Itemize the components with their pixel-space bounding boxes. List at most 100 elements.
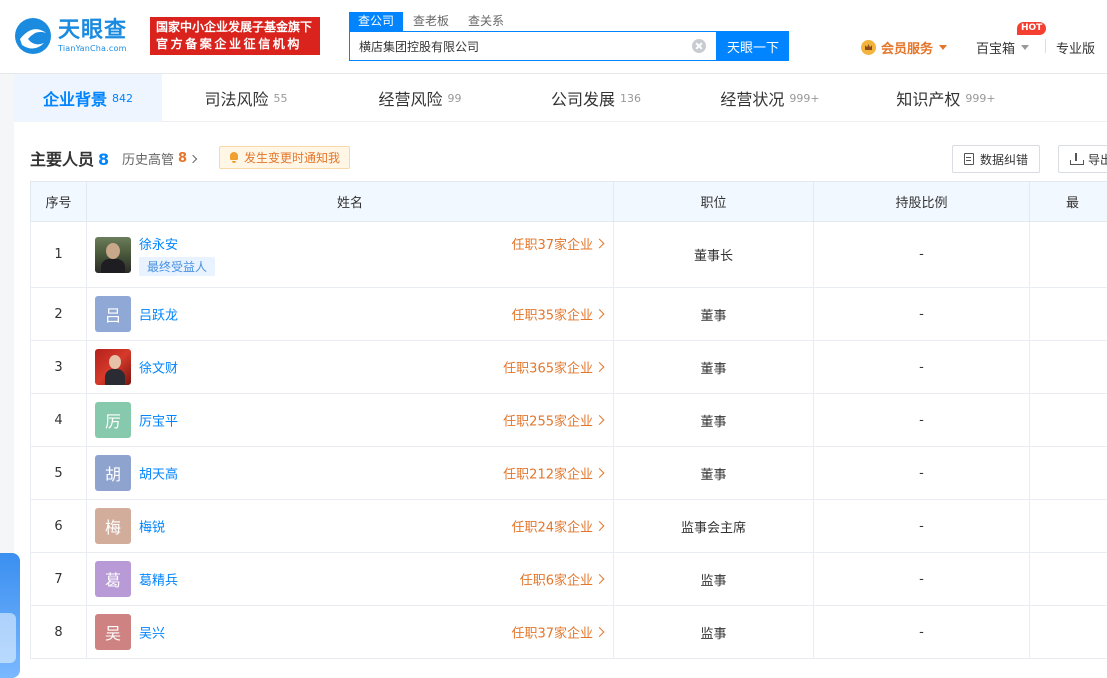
- avatar[interactable]: 吴: [95, 614, 131, 650]
- position-cell: 董事: [613, 393, 814, 447]
- row-index: 6: [30, 499, 87, 553]
- member-service-menu[interactable]: 会员服务: [861, 38, 948, 57]
- positions-held-link[interactable]: 任职6家企业: [519, 570, 605, 589]
- extra-cell: [1029, 499, 1107, 553]
- extra-cell: [1029, 393, 1107, 447]
- tab-count: 136: [620, 91, 641, 105]
- person-name-link[interactable]: 梅锐: [139, 517, 165, 536]
- table-row: 2 吕 吕跃龙 任职35家企业 董事 -: [30, 287, 1107, 341]
- chevron-right-icon: [594, 415, 605, 425]
- positions-held-link[interactable]: 任职365家企业: [503, 358, 605, 377]
- person-name-link[interactable]: 葛精兵: [139, 570, 178, 589]
- search-tab-boss[interactable]: 查老板: [404, 12, 458, 31]
- history-executives-link[interactable]: 历史高管 8: [122, 149, 198, 168]
- notify-label: 发生变更时通知我: [244, 151, 341, 165]
- tab-background[interactable]: 企业背景 842: [14, 74, 162, 122]
- person-name-link[interactable]: 徐文财: [139, 358, 178, 377]
- person-name-link[interactable]: 徐永安: [139, 234, 178, 253]
- row-index: 3: [30, 340, 87, 394]
- top-header: 天眼查 TianYanCha.com 国家中小企业发展子基金旗下 官方备案企业征…: [0, 0, 1107, 74]
- name-cell: 厉 厉宝平 任职255家企业: [86, 393, 614, 447]
- position-cell: 董事: [613, 340, 814, 394]
- avatar[interactable]: 吕: [95, 296, 131, 332]
- extra-cell: [1029, 221, 1107, 288]
- divider: [1045, 39, 1046, 53]
- avatar[interactable]: [95, 237, 131, 273]
- avatar[interactable]: 胡: [95, 455, 131, 491]
- chevron-right-icon: [594, 521, 605, 531]
- name-cell: 胡 胡天高 任职212家企业: [86, 446, 614, 500]
- positions-held-link[interactable]: 任职24家企业: [511, 517, 605, 536]
- extra-cell: [1029, 287, 1107, 341]
- history-label: 历史高管: [122, 153, 175, 168]
- fund-badge: 国家中小企业发展子基金旗下 官方备案企业征信机构: [150, 17, 320, 55]
- position-cell: 董事长: [613, 221, 814, 288]
- floating-side-widget[interactable]: [0, 553, 20, 678]
- pro-version-link[interactable]: 专业版: [1056, 38, 1095, 57]
- person-name-link[interactable]: 吴兴: [139, 623, 165, 642]
- treasure-box-menu[interactable]: 百宝箱: [976, 38, 1030, 57]
- logo-domain: TianYanCha.com: [58, 43, 127, 53]
- header-index: 序号: [30, 181, 87, 222]
- positions-held-link[interactable]: 任职255家企业: [503, 411, 605, 430]
- tianyancha-logo[interactable]: 天眼查 TianYanCha.com: [14, 16, 127, 56]
- positions-held-text: 任职37家企业: [511, 238, 593, 253]
- share-cell: -: [813, 221, 1030, 288]
- person-name-link[interactable]: 胡天高: [139, 464, 178, 483]
- header-final: 最: [1029, 181, 1107, 222]
- positions-held-text: 任职365家企业: [503, 361, 593, 377]
- positions-held-link[interactable]: 任职37家企业: [511, 234, 605, 253]
- extra-cell: [1029, 605, 1107, 659]
- logo-name: 天眼查: [58, 17, 128, 43]
- download-icon: [1070, 153, 1084, 165]
- tab-label: 经营风险: [378, 90, 443, 109]
- person-name-link[interactable]: 厉宝平: [139, 411, 178, 430]
- search-button[interactable]: 天眼一下: [717, 31, 789, 61]
- table-row: 8 吴 吴兴 任职37家企业 监事 -: [30, 605, 1107, 659]
- document-icon: [964, 153, 974, 165]
- fund-badge-line1: 国家中小企业发展子基金旗下: [156, 20, 313, 34]
- share-cell: -: [813, 605, 1030, 659]
- logo-eye-icon: [15, 18, 51, 54]
- search-tab-relation[interactable]: 查关系: [459, 12, 513, 31]
- share-cell: -: [813, 446, 1030, 500]
- table-row: 3 徐文财 任职365家企业 董事 -: [30, 340, 1107, 394]
- avatar[interactable]: 梅: [95, 508, 131, 544]
- chevron-right-icon: [594, 627, 605, 637]
- tab-judicial-risk[interactable]: 司法风险 55: [162, 74, 330, 122]
- person-name-link[interactable]: 吕跃龙: [139, 305, 178, 324]
- search-tab-company[interactable]: 查公司: [349, 12, 404, 31]
- row-index: 1: [30, 221, 87, 288]
- beneficiary-tag: 最终受益人: [139, 257, 216, 276]
- name-cell: 吕 吕跃龙 任职35家企业: [86, 287, 614, 341]
- search-input[interactable]: [350, 39, 680, 53]
- positions-held-link[interactable]: 任职37家企业: [511, 623, 605, 642]
- row-index: 2: [30, 287, 87, 341]
- positions-held-link[interactable]: 任职212家企业: [503, 464, 605, 483]
- position-cell: 董事: [613, 446, 814, 500]
- chevron-right-icon: [188, 154, 198, 163]
- tab-count: 999+: [789, 91, 820, 105]
- chevron-right-icon: [594, 362, 605, 372]
- export-button[interactable]: 导出: [1058, 145, 1107, 173]
- tab-development[interactable]: 公司发展 136: [510, 74, 682, 122]
- table-row: 1 徐永安 最终受益人 任职37家企业 董事长 -: [30, 221, 1107, 288]
- avatar[interactable]: [95, 349, 131, 385]
- tab-count: 999+: [965, 91, 996, 105]
- position-cell: 董事: [613, 287, 814, 341]
- chevron-right-icon: [594, 238, 605, 249]
- notify-on-change-button[interactable]: 发生变更时通知我: [219, 146, 351, 169]
- avatar[interactable]: 厉: [95, 402, 131, 438]
- positions-held-text: 任职6家企业: [519, 573, 593, 589]
- crown-icon: [861, 40, 876, 55]
- clear-icon[interactable]: [692, 39, 706, 53]
- tab-ip[interactable]: 知识产权 999+: [858, 74, 1034, 122]
- tab-business-status[interactable]: 经营状况 999+: [682, 74, 858, 122]
- section-title: 主要人员 8: [30, 146, 109, 170]
- position-cell: 监事: [613, 605, 814, 659]
- data-correction-button[interactable]: 数据纠错: [952, 145, 1041, 173]
- positions-held-link[interactable]: 任职35家企业: [511, 305, 605, 324]
- avatar[interactable]: 葛: [95, 561, 131, 597]
- tab-operational-risk[interactable]: 经营风险 99: [330, 74, 510, 122]
- row-index: 5: [30, 446, 87, 500]
